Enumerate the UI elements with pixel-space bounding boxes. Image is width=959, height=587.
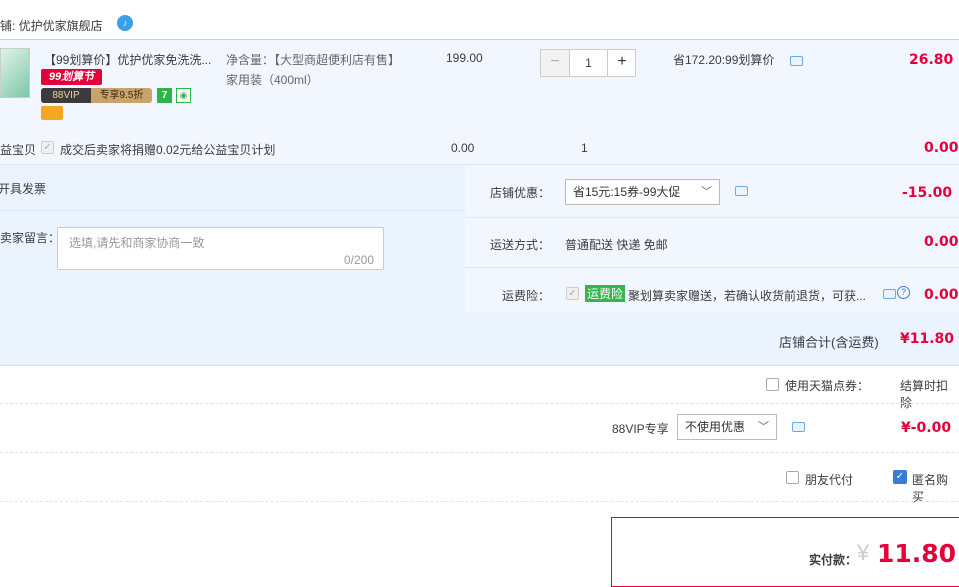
credit-card-icon — [41, 106, 63, 120]
coupon-amount: -15.00 — [902, 185, 953, 201]
anonymous-checkbox[interactable]: ✓ — [893, 470, 907, 484]
spec-line-1: 净含量：【大型商超便利店有售】 — [226, 53, 401, 67]
message-counter: 0/200 — [343, 253, 374, 267]
vip-label: 88VIP — [41, 88, 91, 103]
quantity-input[interactable]: 1 — [570, 50, 607, 76]
insurance-checkbox: ✓ — [566, 287, 579, 300]
coupon-select[interactable]: 省15元:15券-99大促 ﹀ — [565, 179, 720, 205]
message-label: 给卖家留言： — [0, 231, 61, 245]
anonymous-label: 匿名购买 — [912, 473, 949, 504]
charity-checkbox: ✓ — [41, 141, 54, 154]
quantity-stepper: − 1 + — [540, 49, 636, 77]
insurance-badge: 运费险 — [585, 285, 626, 302]
store-total-label: 店铺合计(含运费) — [779, 335, 879, 350]
pay-amount: 11.80 — [877, 539, 957, 568]
insurance-label: 运费险： — [502, 289, 551, 303]
coupon-label: 店铺优惠： — [490, 186, 551, 200]
tmall-coupon-label: 使用天猫点券： — [785, 379, 870, 393]
store-header: 店铺: 优护优家旗舰店 ♪ — [0, 0, 959, 40]
message-icon[interactable] — [883, 289, 896, 299]
unit-price: 199.00 — [446, 51, 483, 65]
help-icon[interactable]: ? — [897, 286, 910, 299]
chevron-down-icon: ﹀ — [758, 421, 769, 433]
store-total-amount: ¥11.80 — [900, 331, 955, 347]
tmall-coupon-checkbox[interactable] — [766, 378, 779, 391]
seven-day-return-icon: 7 — [157, 88, 172, 103]
charity-subtotal: 0.00 — [924, 140, 959, 156]
store-name[interactable]: 店铺: 优护优家旗舰店 — [0, 17, 103, 34]
pay-currency: ¥ — [857, 540, 870, 565]
vip88-select-value: 不使用优惠 — [685, 420, 746, 434]
message-placeholder: 选填,请先和商家协商一致 — [69, 236, 205, 250]
friend-pay-label: 朋友代付 — [805, 473, 854, 487]
chevron-down-icon: ﹀ — [701, 186, 712, 198]
charity-price: 0.00 — [451, 141, 475, 155]
invoice-label[interactable]: 开具发票 — [0, 180, 46, 197]
vip-discount-badge: 88VIP 专享9.5折 — [41, 88, 152, 103]
tmall-coupon-value: 结算时扣除 — [900, 379, 949, 410]
vip88-label: 88VIP专享 — [612, 422, 669, 436]
coupon-value: 省15元:15券-99大促 — [573, 185, 681, 199]
promo-99-badge: 99划算节 — [41, 69, 102, 85]
increase-button[interactable]: + — [607, 50, 636, 76]
pay-label: 实付款： — [809, 553, 858, 567]
save-text: 省172.20:99划算价 — [673, 53, 775, 67]
charity-qty: 1 — [581, 141, 588, 155]
message-icon[interactable] — [792, 422, 805, 432]
charity-text: 成交后卖家将捐赠0.02元给公益宝贝计划 — [60, 143, 276, 157]
chat-bubble-icon[interactable]: ♪ — [117, 15, 133, 31]
product-title[interactable]: 【99划算价】优护优家免洗洗... — [44, 51, 211, 68]
message-icon[interactable] — [735, 186, 748, 196]
vip88-select[interactable]: 不使用优惠 ﹀ — [677, 414, 777, 440]
seller-message-input[interactable]: 选填,请先和商家协商一致 0/200 — [57, 227, 384, 270]
shipping-amount: 0.00 — [924, 234, 959, 250]
insurance-text: 聚划算卖家赠送，若确认收货前退货，可获... — [628, 289, 867, 303]
shipping-value: 普通配送 快递 免邮 — [565, 238, 668, 252]
shipping-label: 运送方式： — [490, 238, 551, 252]
charity-label: 公益宝贝 — [0, 143, 37, 157]
vip88-amount: ¥-0.00 — [901, 420, 952, 436]
friend-pay-checkbox[interactable] — [786, 471, 799, 484]
insurance-amount: 0.00 — [924, 287, 959, 303]
message-icon[interactable] — [790, 56, 803, 66]
spec-line-2: 家用装（400ml） — [226, 73, 319, 87]
vip-discount: 专享9.5折 — [99, 90, 144, 101]
item-subtotal: 26.80 — [909, 52, 954, 68]
decrease-button[interactable]: − — [541, 50, 570, 76]
guarantee-icon: ◉ — [176, 88, 191, 103]
product-thumbnail[interactable] — [0, 48, 30, 98]
